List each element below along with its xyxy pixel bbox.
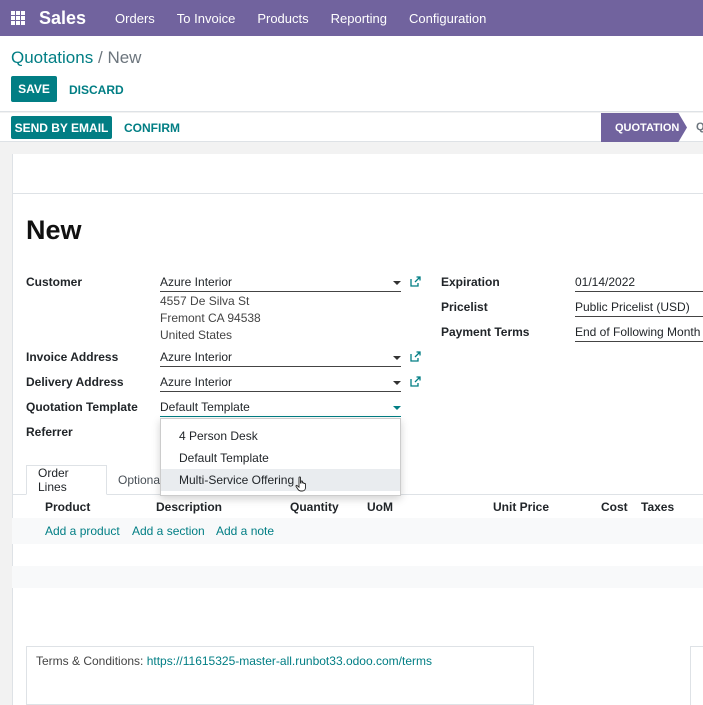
list-empty-row bbox=[12, 566, 703, 588]
menu-orders[interactable]: Orders bbox=[104, 11, 166, 26]
breadcrumb-quotations[interactable]: Quotations bbox=[11, 48, 93, 67]
expiration-field[interactable]: 01/14/2022 bbox=[575, 275, 703, 292]
menu-to-invoice[interactable]: To Invoice bbox=[166, 11, 247, 26]
hand-pointer-icon bbox=[295, 476, 306, 492]
chevron-down-icon[interactable] bbox=[393, 381, 401, 385]
save-button[interactable]: SAVE bbox=[11, 76, 57, 102]
referrer-label: Referrer bbox=[26, 425, 73, 439]
external-link-icon[interactable] bbox=[410, 276, 421, 287]
menu-configuration[interactable]: Configuration bbox=[398, 11, 497, 26]
dropdown-option-hovered[interactable]: Multi-Service Offering bbox=[161, 469, 400, 491]
sheet-header-strip bbox=[13, 154, 703, 194]
stage-quotation[interactable]: QUOTATION bbox=[601, 113, 687, 142]
terms-link[interactable]: https://11615325-master-all.runbot33.odo… bbox=[147, 654, 432, 668]
col-quantity[interactable]: Quantity bbox=[290, 500, 339, 514]
col-taxes[interactable]: Taxes bbox=[641, 500, 674, 514]
terms-label: Terms & Conditions: bbox=[36, 654, 144, 668]
top-navbar: Sales Orders To Invoice Products Reporti… bbox=[0, 0, 703, 36]
external-link-icon[interactable] bbox=[410, 376, 421, 387]
chevron-down-icon[interactable] bbox=[393, 281, 401, 285]
dropdown-option[interactable]: 4 Person Desk bbox=[161, 425, 400, 447]
col-uom[interactable]: UoM bbox=[367, 500, 393, 514]
customer-address-city: Fremont CA 94538 bbox=[160, 311, 261, 325]
breadcrumb-separator: / bbox=[97, 48, 103, 67]
dropdown-option[interactable]: Default Template bbox=[161, 447, 400, 469]
status-bar: SEND BY EMAIL CONFIRM QUOTATION Q bbox=[0, 113, 703, 142]
breadcrumb-current: New bbox=[107, 48, 142, 67]
col-unit-price[interactable]: Unit Price bbox=[493, 500, 549, 514]
pricelist-label: Pricelist bbox=[441, 300, 488, 314]
tab-order-lines[interactable]: Order Lines bbox=[26, 465, 107, 495]
record-title: New bbox=[26, 215, 82, 245]
confirm-button[interactable]: CONFIRM bbox=[124, 121, 180, 135]
quotation-template-value: Default Template bbox=[160, 400, 250, 414]
col-cost[interactable]: Cost bbox=[601, 500, 628, 514]
quotation-template-field[interactable]: Default Template bbox=[160, 400, 401, 417]
pricelist-field[interactable]: Public Pricelist (USD) bbox=[575, 300, 703, 317]
send-by-email-button[interactable]: SEND BY EMAIL bbox=[11, 116, 112, 139]
apps-grid-icon[interactable] bbox=[11, 11, 25, 25]
terms-conditions: Terms & Conditions: https://11615325-mas… bbox=[36, 654, 432, 668]
menu-products[interactable]: Products bbox=[246, 11, 319, 26]
col-product[interactable]: Product bbox=[45, 500, 90, 514]
add-section-link[interactable]: Add a section bbox=[132, 524, 205, 538]
delivery-address-field[interactable]: Azure Interior bbox=[160, 375, 401, 392]
totals-box-edge bbox=[690, 646, 703, 705]
quotation-template-dropdown: 4 Person Desk Default Template Multi-Ser… bbox=[160, 418, 401, 496]
chevron-down-icon[interactable] bbox=[393, 406, 401, 410]
invoice-address-label: Invoice Address bbox=[26, 350, 119, 364]
chevron-down-icon[interactable] bbox=[393, 356, 401, 360]
external-link-icon[interactable] bbox=[410, 351, 421, 362]
app-brand[interactable]: Sales bbox=[39, 8, 86, 29]
control-panel: Quotations / New SAVE DISCARD bbox=[0, 36, 703, 112]
customer-address-street: 4557 De Silva St bbox=[160, 294, 250, 308]
quotation-template-label: Quotation Template bbox=[26, 400, 138, 414]
expiration-label: Expiration bbox=[441, 275, 500, 289]
invoice-address-field[interactable]: Azure Interior bbox=[160, 350, 401, 367]
delivery-address-value: Azure Interior bbox=[160, 375, 233, 389]
customer-value: Azure Interior bbox=[160, 275, 233, 289]
breadcrumb: Quotations / New bbox=[11, 48, 141, 68]
col-description[interactable]: Description bbox=[156, 500, 222, 514]
payment-terms-field[interactable]: End of Following Month bbox=[575, 325, 703, 342]
stage-next[interactable]: Q bbox=[696, 121, 703, 133]
add-note-link[interactable]: Add a note bbox=[216, 524, 274, 538]
customer-address-country: United States bbox=[160, 328, 233, 342]
add-product-link[interactable]: Add a product bbox=[45, 524, 120, 538]
customer-label: Customer bbox=[26, 275, 83, 289]
payment-terms-label: Payment Terms bbox=[441, 325, 530, 339]
discard-button[interactable]: DISCARD bbox=[69, 83, 124, 97]
delivery-address-label: Delivery Address bbox=[26, 375, 124, 389]
invoice-address-value: Azure Interior bbox=[160, 350, 233, 364]
menu-reporting[interactable]: Reporting bbox=[320, 11, 398, 26]
customer-field[interactable]: Azure Interior bbox=[160, 275, 401, 292]
